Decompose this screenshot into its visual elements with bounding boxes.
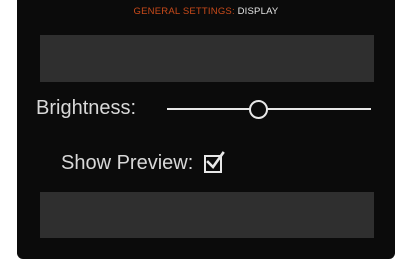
brightness-slider[interactable] (167, 95, 371, 123)
bottom-panel (40, 192, 374, 238)
screen-header: GENERAL SETTINGS: DISPLAY (17, 6, 395, 17)
brightness-label: Brightness: (36, 97, 137, 119)
checkmark-icon (205, 150, 225, 169)
show-preview-label: Show Preview: (61, 152, 194, 174)
show-preview-checkbox[interactable] (203, 150, 225, 173)
brightness-slider-thumb[interactable] (248, 100, 268, 119)
header-section-title: GENERAL SETTINGS: (133, 6, 235, 17)
show-preview-row: Show Preview: (61, 150, 225, 178)
top-panel (40, 35, 374, 82)
header-page-title: DISPLAY (237, 6, 279, 17)
display-settings-screen: GENERAL SETTINGS: DISPLAY Brightness: Sh… (17, 0, 395, 259)
brightness-slider-track[interactable] (167, 108, 371, 110)
